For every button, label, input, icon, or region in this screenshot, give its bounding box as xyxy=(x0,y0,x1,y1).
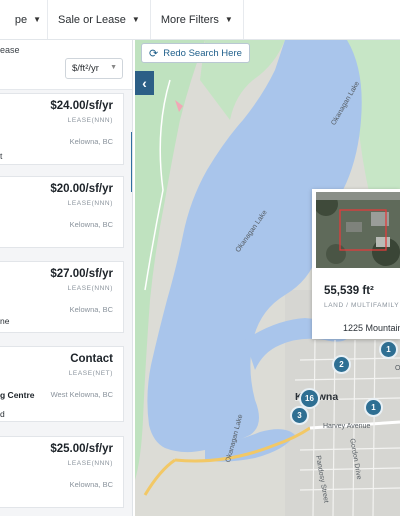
popup-property-type: LAND / MULTIFAMILY xyxy=(324,302,400,309)
chevron-down-icon: ▼ xyxy=(224,15,233,24)
map-cluster-marker[interactable]: 3 xyxy=(290,406,309,425)
map-cluster-marker[interactable]: 2 xyxy=(332,355,351,374)
listings-panel: ease $/ft²/yr ▼ $24.00/sf/yr LEASE(NNN) … xyxy=(0,40,133,516)
listing-popup[interactable]: 55,539 ft² LAND / MULTIFAMILY 1225 Mount… xyxy=(312,189,400,339)
property-aerial-photo xyxy=(316,192,400,268)
listing-card[interactable]: $25.00/sf/yr LEASE(NNN) Kelowna, BC xyxy=(0,436,124,508)
listing-card[interactable]: $27.00/sf/yr LEASE(NNN) Kelowna, BC ne xyxy=(0,261,124,333)
redo-search-button[interactable]: ⟳ Redo Search Here xyxy=(141,43,250,63)
listing-type: LEASE(NET) xyxy=(68,370,113,377)
property-type-dropdown[interactable]: pe ▼ xyxy=(0,0,48,39)
chevron-down-icon: ▼ xyxy=(131,15,140,24)
map-cluster-marker[interactable]: 1 xyxy=(379,340,398,359)
listing-price: $27.00/sf/yr xyxy=(50,268,113,280)
listings-header: ease $/ft²/yr ▼ xyxy=(0,40,132,90)
listing-type: LEASE(NNN) xyxy=(67,200,113,207)
chevron-down-icon: ▼ xyxy=(33,15,41,24)
listing-name: t xyxy=(0,151,3,161)
listing-type: LEASE(NNN) xyxy=(67,285,113,292)
listing-price: $20.00/sf/yr xyxy=(50,183,113,195)
listing-card[interactable]: Contact LEASE(NET) g Centre West Kelowna… xyxy=(0,346,124,422)
popup-address: 1225 Mountain xyxy=(343,323,400,333)
popup-area: 55,539 ft² xyxy=(324,285,374,297)
listing-card[interactable]: $24.00/sf/yr LEASE(NNN) Kelowna, BC t xyxy=(0,93,124,165)
listing-type: LEASE(NNN) xyxy=(67,117,113,124)
more-filters-label: More Filters xyxy=(160,13,219,26)
price-unit-value: $/ft²/yr xyxy=(72,63,99,74)
listing-city: Kelowna, BC xyxy=(69,305,113,314)
scrollbar-thumb[interactable] xyxy=(131,132,132,192)
listing-city: West Kelowna, BC xyxy=(50,390,113,399)
refresh-icon: ⟳ xyxy=(149,47,159,60)
listing-price: Contact xyxy=(70,353,113,365)
listing-price: $24.00/sf/yr xyxy=(50,100,113,112)
more-filters-dropdown[interactable]: More Filters ▼ xyxy=(151,0,244,39)
price-unit-select[interactable]: $/ft²/yr ▼ xyxy=(65,58,123,79)
chevron-left-icon: ‹ xyxy=(142,75,147,91)
listing-name: ne xyxy=(0,316,10,326)
property-type-label: pe xyxy=(14,13,28,26)
map-cluster-marker[interactable]: 1 xyxy=(364,398,383,417)
listing-type: LEASE(NNN) xyxy=(67,460,113,467)
listing-price: $25.00/sf/yr xyxy=(50,443,113,455)
listing-city: Kelowna, BC xyxy=(69,137,113,146)
listing-card[interactable]: $20.00/sf/yr LEASE(NNN) Kelowna, BC xyxy=(0,176,124,248)
street-label: Harvey Avenue xyxy=(323,423,371,430)
sale-or-lease-label: Sale or Lease xyxy=(58,13,126,26)
listing-name: g Centre xyxy=(0,390,35,400)
map-view[interactable]: ⟳ Redo Search Here ‹ Okanagan Lake Okana… xyxy=(135,40,400,516)
listing-city: Kelowna, BC xyxy=(69,220,113,229)
map-label-fragment: O xyxy=(395,365,400,372)
sale-or-lease-dropdown[interactable]: Sale or Lease ▼ xyxy=(48,0,151,39)
collapse-list-button[interactable]: ‹ xyxy=(135,71,154,95)
filter-bar: pe ▼ Sale or Lease ▼ More Filters ▼ xyxy=(0,0,400,40)
listing-address: d xyxy=(0,409,5,419)
redo-search-label: Redo Search Here xyxy=(163,47,242,59)
chevron-down-icon: ▼ xyxy=(110,64,117,71)
listing-city: Kelowna, BC xyxy=(69,480,113,489)
lease-label: ease xyxy=(0,45,20,55)
